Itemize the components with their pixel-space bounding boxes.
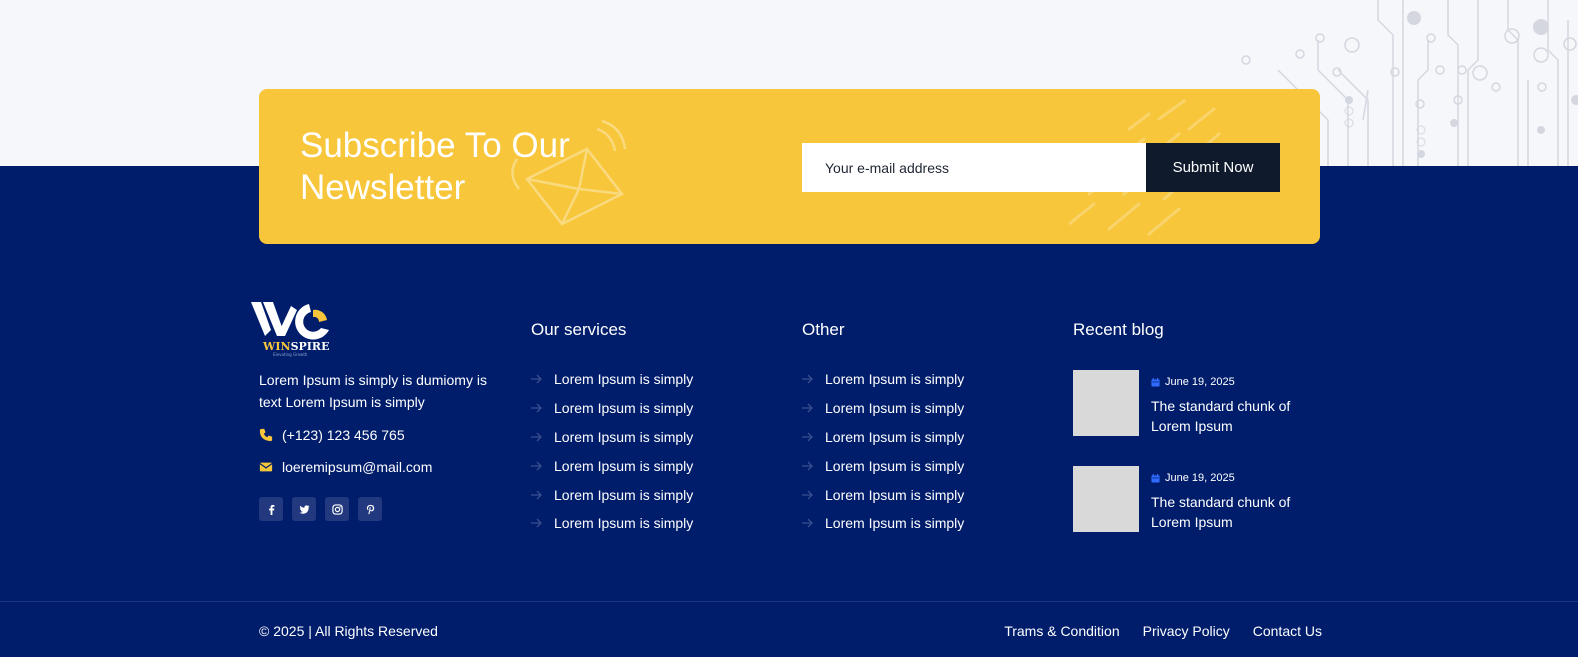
newsletter-form: Submit Now xyxy=(802,143,1280,192)
arrow-right-icon xyxy=(802,490,813,500)
blog-post[interactable]: June 19, 2025 The standard chunk of Lore… xyxy=(1073,466,1311,532)
winspire-logo[interactable]: WINSPIRE Elevating Growth xyxy=(251,300,333,358)
envelope-icon xyxy=(511,119,627,226)
copyright: © 2025 | All Rights Reserved xyxy=(259,623,438,639)
privacy-policy-link[interactable]: Privacy Policy xyxy=(1143,623,1230,639)
phone-row[interactable]: (+123) 123 456 765 xyxy=(259,427,405,443)
services-link-label: Lorem Ipsum is simply xyxy=(554,515,694,532)
arrow-right-icon xyxy=(802,374,813,384)
services-link[interactable]: Lorem Ipsum is simply xyxy=(531,451,693,480)
arrow-right-icon xyxy=(802,518,813,528)
arrow-right-icon xyxy=(531,432,542,442)
blog-date: June 19, 2025 xyxy=(1151,470,1311,486)
calendar-icon xyxy=(1151,377,1160,387)
blog-post-title[interactable]: The standard chunk of Lorem Ipsum xyxy=(1151,492,1311,532)
blog-body: June 19, 2025 The standard chunk of Lore… xyxy=(1151,466,1311,532)
other-link[interactable]: Lorem Ipsum is simply xyxy=(802,451,964,480)
services-link-label: Lorem Ipsum is simply xyxy=(554,428,694,445)
blog-title: Recent blog xyxy=(1073,320,1164,339)
other-link-label: Lorem Ipsum is simply xyxy=(825,400,965,417)
other-link-label: Lorem Ipsum is simply xyxy=(825,428,965,445)
arrow-right-icon xyxy=(802,432,813,442)
email-input[interactable] xyxy=(802,143,1146,192)
other-link-label: Lorem Ipsum is simply xyxy=(825,457,965,474)
mail-icon xyxy=(259,462,273,472)
arrow-right-icon xyxy=(531,518,542,528)
blog-date-text: June 19, 2025 xyxy=(1165,376,1235,388)
blog-thumbnail[interactable] xyxy=(1073,466,1139,532)
blog-post-title[interactable]: The standard chunk of Lorem Ipsum xyxy=(1151,396,1311,436)
pinterest-link[interactable] xyxy=(358,497,382,521)
other-link[interactable]: Lorem Ipsum is simply xyxy=(802,365,964,394)
arrow-right-icon xyxy=(802,403,813,413)
blog-post[interactable]: June 19, 2025 The standard chunk of Lore… xyxy=(1073,370,1311,436)
twitter-link[interactable] xyxy=(292,497,316,521)
brand-tagline: Elevating Growth xyxy=(273,352,308,357)
services-link-label: Lorem Ipsum is simply xyxy=(554,371,694,388)
about-text: Lorem Ipsum is simply is dumiomy is text… xyxy=(259,372,487,410)
services-link-label: Lorem Ipsum is simply xyxy=(554,486,694,503)
submit-now-button[interactable]: Submit Now xyxy=(1146,143,1280,192)
other-link[interactable]: Lorem Ipsum is simply xyxy=(802,480,964,509)
services-link[interactable]: Lorem Ipsum is simply xyxy=(531,509,693,538)
phone-number: (+123) 123 456 765 xyxy=(282,427,405,443)
twitter-icon xyxy=(298,504,310,514)
newsletter-banner: Subscribe To Our Newsletter Su xyxy=(259,89,1320,244)
other-link[interactable]: Lorem Ipsum is simply xyxy=(802,394,964,423)
services-link-label: Lorem Ipsum is simply xyxy=(554,457,694,474)
blog-date: June 19, 2025 xyxy=(1151,374,1311,390)
other-link-label: Lorem Ipsum is simply xyxy=(825,371,965,388)
services-link-label: Lorem Ipsum is simply xyxy=(554,400,694,417)
instagram-link[interactable] xyxy=(325,497,349,521)
email-row[interactable]: loeremipsum@mail.com xyxy=(259,459,432,475)
other-link[interactable]: Lorem Ipsum is simply xyxy=(802,509,964,538)
bottom-links: Trams & Condition Privacy Policy Contact… xyxy=(1004,623,1322,639)
social-links xyxy=(259,497,382,521)
terms-link[interactable]: Trams & Condition xyxy=(1004,623,1119,639)
calendar-icon xyxy=(1151,473,1160,483)
services-link[interactable]: Lorem Ipsum is simply xyxy=(531,480,693,509)
services-list: Lorem Ipsum is simply Lorem Ipsum is sim… xyxy=(531,365,693,538)
services-link[interactable]: Lorem Ipsum is simply xyxy=(531,394,693,423)
blog-date-text: June 19, 2025 xyxy=(1165,472,1235,484)
services-link[interactable]: Lorem Ipsum is simply xyxy=(531,365,693,394)
other-link[interactable]: Lorem Ipsum is simply xyxy=(802,423,964,452)
arrow-right-icon xyxy=(531,490,542,500)
arrow-right-icon xyxy=(531,461,542,471)
services-title: Our services xyxy=(531,320,627,339)
arrow-right-icon xyxy=(802,461,813,471)
email-address: loeremipsum@mail.com xyxy=(282,459,433,475)
services-link[interactable]: Lorem Ipsum is simply xyxy=(531,423,693,452)
other-link-label: Lorem Ipsum is simply xyxy=(825,486,965,503)
phone-icon xyxy=(259,428,273,442)
instagram-icon xyxy=(331,503,343,515)
pinterest-icon xyxy=(366,504,374,514)
other-list: Lorem Ipsum is simply Lorem Ipsum is sim… xyxy=(802,365,964,538)
other-link-label: Lorem Ipsum is simply xyxy=(825,515,965,532)
blog-thumbnail[interactable] xyxy=(1073,370,1139,436)
facebook-icon xyxy=(268,504,274,515)
contact-us-link[interactable]: Contact Us xyxy=(1253,623,1322,639)
other-title: Other xyxy=(802,320,845,339)
arrow-right-icon xyxy=(531,374,542,384)
footer-divider xyxy=(0,601,1578,602)
arrow-right-icon xyxy=(531,403,542,413)
blog-body: June 19, 2025 The standard chunk of Lore… xyxy=(1151,370,1311,436)
facebook-link[interactable] xyxy=(259,497,283,521)
